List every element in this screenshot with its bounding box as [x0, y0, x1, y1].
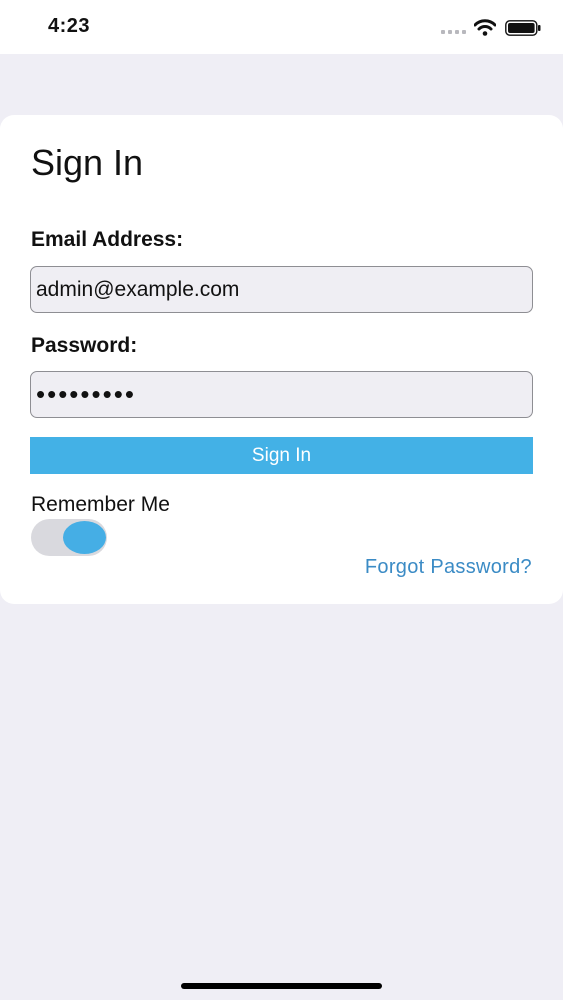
remember-me-toggle[interactable]: [31, 519, 107, 556]
toggle-knob: [63, 521, 106, 554]
battery-icon: [505, 20, 541, 36]
sign-in-card: Sign In Email Address: Password: Sign In…: [0, 115, 563, 604]
password-field[interactable]: [30, 371, 533, 418]
home-indicator[interactable]: [181, 983, 382, 989]
cellular-signal-icon: [441, 30, 466, 34]
forgot-password-link[interactable]: Forgot Password?: [365, 556, 532, 579]
remember-me-label: Remember Me: [31, 493, 170, 516]
page-title: Sign In: [31, 142, 144, 183]
email-field[interactable]: [30, 266, 533, 313]
email-label: Email Address:: [31, 228, 184, 251]
wifi-icon: [474, 19, 496, 36]
password-label: Password:: [31, 334, 138, 357]
status-time: 4:23: [48, 15, 91, 37]
status-bar: 4:23: [0, 0, 563, 54]
sign-in-button[interactable]: Sign In: [30, 437, 533, 474]
